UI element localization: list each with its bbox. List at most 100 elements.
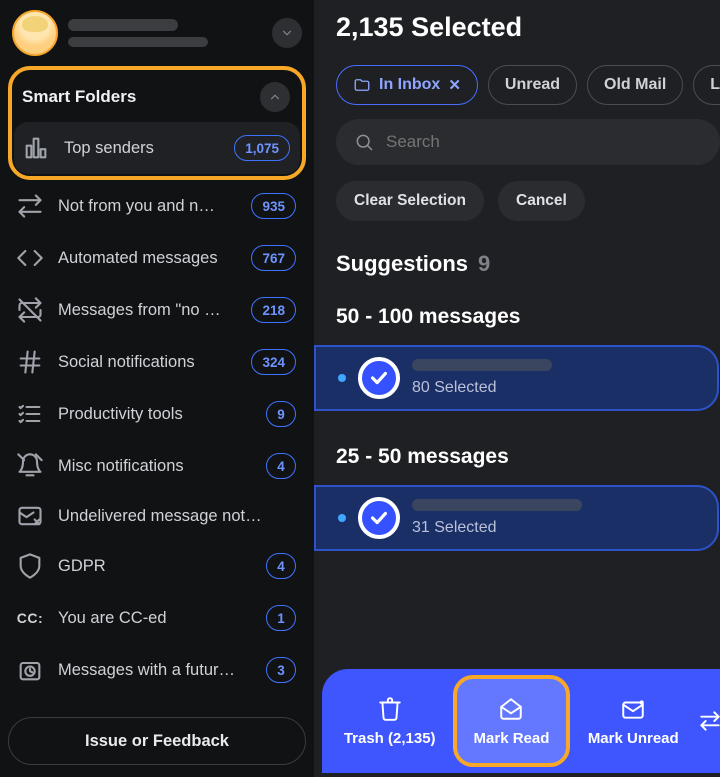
sidebar-item-misc[interactable]: Misc notifications 4 bbox=[8, 440, 306, 492]
selection-card[interactable]: 80 Selected bbox=[314, 345, 719, 411]
code-icon bbox=[16, 247, 44, 269]
feedback-label: Issue or Feedback bbox=[85, 732, 229, 751]
suggestions-label: Suggestions bbox=[336, 251, 468, 277]
count-badge: 218 bbox=[251, 297, 296, 323]
selection-actions: Clear Selection Cancel bbox=[336, 181, 720, 221]
sidebar-item-gdpr[interactable]: GDPR 4 bbox=[8, 540, 306, 592]
clock-icon bbox=[16, 659, 44, 681]
bulk-action-toolbar: Trash (2,135) Mark Read Mark Unread bbox=[322, 669, 720, 773]
hash-icon bbox=[16, 351, 44, 373]
sidebar-item-future[interactable]: Messages with a futur… 3 bbox=[8, 644, 306, 696]
chip-label: Unread bbox=[505, 76, 560, 94]
sidebar-item-label: You are CC-ed bbox=[58, 609, 252, 628]
group-header: 25 - 50 messages bbox=[336, 445, 720, 469]
sidebar-item-no-reply[interactable]: Messages from "no … 218 bbox=[8, 284, 306, 336]
chip-more[interactable]: La bbox=[693, 65, 720, 105]
chip-old-mail[interactable]: Old Mail bbox=[587, 65, 683, 105]
main-panel: 2,135 Selected In Inbox ✕ Unread Old Mai… bbox=[314, 0, 720, 777]
cancel-button[interactable]: Cancel bbox=[498, 181, 585, 221]
mark-unread-button[interactable]: Mark Unread bbox=[576, 675, 691, 767]
more-actions-button[interactable] bbox=[697, 675, 720, 767]
button-label: Mark Unread bbox=[588, 730, 679, 747]
more-icon bbox=[697, 708, 720, 734]
sidebar-item-label: Messages with a futur… bbox=[58, 661, 252, 680]
chevron-up-icon[interactable] bbox=[260, 82, 290, 112]
sidebar-item-label: Top senders bbox=[64, 139, 220, 158]
trash-button[interactable]: Trash (2,135) bbox=[332, 675, 447, 767]
account-chevron-down-icon[interactable] bbox=[272, 18, 302, 48]
sidebar-item-label: Messages from "no … bbox=[58, 301, 237, 320]
sidebar-item-label: GDPR bbox=[58, 557, 252, 576]
section-title: Smart Folders bbox=[22, 87, 136, 107]
count-badge: 1 bbox=[266, 605, 296, 631]
chip-label: In Inbox bbox=[379, 76, 440, 94]
count-badge: 767 bbox=[251, 245, 296, 271]
chip-unread[interactable]: Unread bbox=[488, 65, 577, 105]
count-badge: 9 bbox=[266, 401, 296, 427]
checkmark-icon[interactable] bbox=[358, 357, 400, 399]
count-badge: 1,075 bbox=[234, 135, 290, 161]
count-badge: 4 bbox=[266, 453, 296, 479]
sidebar-item-top-senders[interactable]: Top senders 1,075 bbox=[14, 122, 300, 174]
repeat-off-icon bbox=[16, 299, 44, 321]
group-header: 50 - 100 messages bbox=[336, 305, 720, 329]
sidebar-item-social[interactable]: Social notifications 324 bbox=[8, 336, 306, 388]
suggestions-count: 9 bbox=[478, 251, 490, 277]
chip-in-inbox[interactable]: In Inbox ✕ bbox=[336, 65, 478, 105]
close-icon[interactable]: ✕ bbox=[448, 76, 461, 94]
button-label: Mark Read bbox=[474, 730, 550, 747]
sidebar-item-label: Undelivered message not… bbox=[58, 507, 296, 526]
chip-label: Old Mail bbox=[604, 76, 666, 94]
page-title: 2,135 Selected bbox=[336, 4, 720, 65]
smart-folders-header[interactable]: Smart Folders bbox=[14, 76, 300, 122]
sidebar-item-label: Not from you and n… bbox=[58, 197, 237, 216]
chip-label: La bbox=[710, 76, 720, 94]
sender-placeholder bbox=[412, 359, 552, 371]
sidebar-item-productivity[interactable]: Productivity tools 9 bbox=[8, 388, 306, 440]
trash-icon bbox=[377, 696, 403, 722]
list-check-icon bbox=[16, 403, 44, 425]
inbox-x-icon bbox=[16, 505, 44, 527]
selected-count: 31 Selected bbox=[412, 519, 582, 537]
button-label: Trash (2,135) bbox=[344, 730, 436, 747]
account-row[interactable] bbox=[8, 4, 306, 64]
account-placeholder bbox=[68, 19, 262, 47]
smart-folders-list: Not from you and n… 935 Automated messag… bbox=[8, 180, 306, 696]
mail-icon bbox=[620, 696, 646, 722]
selected-count: 80 Selected bbox=[412, 379, 552, 397]
checkmark-icon[interactable] bbox=[358, 497, 400, 539]
search-icon bbox=[354, 132, 374, 152]
shield-icon bbox=[16, 555, 44, 577]
clear-selection-button[interactable]: Clear Selection bbox=[336, 181, 484, 221]
mark-read-button[interactable]: Mark Read bbox=[453, 675, 569, 767]
avatar bbox=[12, 10, 58, 56]
sidebar-item-not-from-you[interactable]: Not from you and n… 935 bbox=[8, 180, 306, 232]
smart-folders-highlight: Smart Folders Top senders 1,075 bbox=[8, 66, 306, 180]
unread-dot-icon bbox=[338, 374, 346, 382]
sender-placeholder bbox=[412, 499, 582, 511]
selection-card[interactable]: 31 Selected bbox=[314, 485, 719, 551]
mail-open-icon bbox=[498, 696, 524, 722]
count-badge: 935 bbox=[251, 193, 296, 219]
unread-dot-icon bbox=[338, 514, 346, 522]
count-badge: 4 bbox=[266, 553, 296, 579]
sidebar-item-cc[interactable]: CC: You are CC-ed 1 bbox=[8, 592, 306, 644]
sidebar-item-undelivered[interactable]: Undelivered message not… bbox=[8, 492, 306, 540]
filter-chips: In Inbox ✕ Unread Old Mail La bbox=[336, 65, 720, 105]
feedback-button[interactable]: Issue or Feedback bbox=[8, 717, 306, 765]
search-bar[interactable] bbox=[336, 119, 720, 165]
suggestions-header: Suggestions 9 bbox=[336, 251, 720, 277]
sidebar-item-automated[interactable]: Automated messages 767 bbox=[8, 232, 306, 284]
sidebar-item-label: Social notifications bbox=[58, 353, 237, 372]
count-badge: 324 bbox=[251, 349, 296, 375]
sidebar-item-label: Misc notifications bbox=[58, 457, 252, 476]
count-badge: 3 bbox=[266, 657, 296, 683]
sidebar-item-label: Automated messages bbox=[58, 249, 237, 268]
bar-chart-icon bbox=[22, 137, 50, 159]
cc-icon: CC: bbox=[16, 607, 44, 629]
double-arrow-icon bbox=[16, 195, 44, 217]
sidebar: Smart Folders Top senders 1,075 Not from… bbox=[0, 0, 314, 777]
sidebar-item-label: Productivity tools bbox=[58, 405, 252, 424]
bell-off-icon bbox=[16, 455, 44, 477]
search-input[interactable] bbox=[386, 132, 702, 152]
